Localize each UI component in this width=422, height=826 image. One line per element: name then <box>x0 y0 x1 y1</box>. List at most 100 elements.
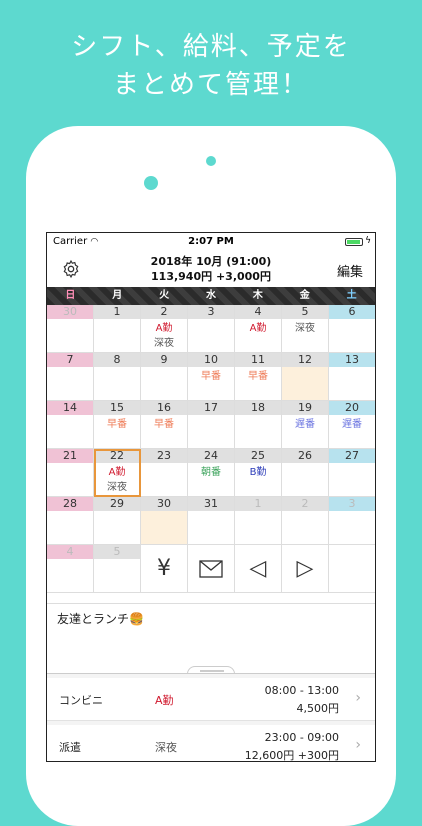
day-cell[interactable]: 7 <box>47 353 94 401</box>
shift-label: A勤 <box>155 323 173 334</box>
day-cell[interactable]: 30 <box>47 305 94 353</box>
shift-row[interactable]: 派遣 深夜 23:00 - 09:00 12,600円 +300円 › <box>47 725 375 761</box>
shift-label: 朝番 <box>201 467 221 478</box>
day-number: 10 <box>188 353 234 367</box>
day-number: 2 <box>141 305 187 319</box>
day-number: 30 <box>47 305 93 319</box>
weekday-label: 火 <box>159 290 170 301</box>
day-number: 14 <box>47 401 93 415</box>
day-cell[interactable]: 8 <box>94 353 141 401</box>
day-number: 21 <box>47 449 93 463</box>
prev-month-button[interactable]: ◁ <box>235 545 282 593</box>
day-cell[interactable]: 25 B勤 <box>235 449 282 497</box>
triangle-left-icon: ◁ <box>249 556 267 581</box>
day-cell[interactable]: 16 早番 <box>141 401 188 449</box>
camera-dot <box>144 176 158 190</box>
day-cell[interactable]: 5 深夜 <box>282 305 329 353</box>
day-number: 7 <box>47 353 93 367</box>
day-number: 31 <box>188 497 234 511</box>
day-number: 4 <box>235 305 281 319</box>
day-number: 29 <box>94 497 140 511</box>
week-row: 4 5 ¥ ◁ ▷ <box>47 545 375 593</box>
day-number: 24 <box>188 449 234 463</box>
memo-area[interactable]: 友達とランチ🍔 <box>47 603 375 667</box>
shift-label: 遅番 <box>342 419 362 430</box>
day-cell[interactable]: 4 <box>47 545 94 593</box>
day-cell[interactable]: 19 遅番 <box>282 401 329 449</box>
shift-label: 早番 <box>201 371 221 382</box>
app-screen: Carrier ◠ 2:07 PM ϟ 2018年 10月 (91:00) 11… <box>46 232 376 762</box>
day-number: 23 <box>141 449 187 463</box>
day-cell[interactable]: 13 <box>329 353 375 401</box>
workplace-name: コンビニ <box>59 694 103 707</box>
day-cell[interactable]: 17 <box>188 401 235 449</box>
workplace-name: 派遣 <box>59 741 81 754</box>
month-title: 2018年 10月 (91:00) <box>150 255 272 268</box>
day-cell[interactable]: 24 朝番 <box>188 449 235 497</box>
day-number: 18 <box>235 401 281 415</box>
day-cell[interactable]: 31 <box>188 497 235 545</box>
day-cell[interactable]: 3 <box>188 305 235 353</box>
day-cell[interactable]: 12 <box>282 353 329 401</box>
day-cell[interactable]: 22 A勤 深夜 <box>94 449 141 497</box>
shift-time: 08:00 - 13:00 <box>264 684 339 697</box>
triangle-right-icon: ▷ <box>296 556 314 581</box>
day-number: 8 <box>94 353 140 367</box>
day-number: 3 <box>188 305 234 319</box>
week-row: 14 15 早番 16 早番 17 18 19 遅番 20 遅番 <box>47 401 375 449</box>
day-cell[interactable]: 10 早番 <box>188 353 235 401</box>
shift-label-secondary: 深夜 <box>154 338 174 349</box>
day-cell[interactable]: 6 <box>329 305 375 353</box>
day-cell[interactable]: 23 <box>141 449 188 497</box>
day-cell[interactable]: 2 <box>282 497 329 545</box>
day-cell[interactable]: 1 <box>94 305 141 353</box>
edit-button[interactable]: 編集 <box>337 261 363 280</box>
shift-label: 早番 <box>154 419 174 430</box>
day-cell[interactable]: 9 <box>141 353 188 401</box>
day-number: 25 <box>235 449 281 463</box>
shift-time: 23:00 - 09:00 <box>264 731 339 744</box>
battery-icon <box>345 238 363 246</box>
day-number: 15 <box>94 401 140 415</box>
day-cell[interactable]: 29 <box>94 497 141 545</box>
day-number: 12 <box>282 353 328 367</box>
next-month-button[interactable]: ▷ <box>282 545 329 593</box>
shift-row[interactable]: コンビニ A勤 08:00 - 13:00 4,500円 › <box>47 678 375 721</box>
day-cell[interactable]: 3 <box>329 497 375 545</box>
day-cell[interactable]: 11 早番 <box>235 353 282 401</box>
mail-button[interactable] <box>188 545 235 593</box>
day-cell[interactable]: 21 <box>47 449 94 497</box>
day-cell[interactable]: 20 遅番 <box>329 401 375 449</box>
day-cell[interactable]: 28 <box>47 497 94 545</box>
shift-label: 早番 <box>248 371 268 382</box>
chevron-right-icon: › <box>355 690 361 706</box>
day-cell[interactable]: 5 <box>94 545 141 593</box>
day-cell[interactable]: 2 A勤深夜 <box>141 305 188 353</box>
day-cell[interactable]: 30 <box>141 497 188 545</box>
mail-icon <box>199 559 223 578</box>
week-row: 21 22 A勤 深夜 23 24 朝番 25 B勤 26 27 <box>47 449 375 497</box>
weekday-label: 土 <box>346 290 357 301</box>
chevron-right-icon: › <box>355 737 361 753</box>
weekday-label: 金 <box>299 290 310 301</box>
empty-cell <box>329 545 375 593</box>
day-cell[interactable]: 4 A勤 <box>235 305 282 353</box>
yen-button[interactable]: ¥ <box>141 545 188 593</box>
weekday-header: 日月火水木金土 <box>47 287 375 305</box>
speaker-dot <box>206 156 216 166</box>
calendar-header: 2018年 10月 (91:00) 113,940円 +3,000円 編集 <box>47 251 375 287</box>
day-cell[interactable]: 14 <box>47 401 94 449</box>
day-number: 3 <box>329 497 375 511</box>
day-number: 1 <box>94 305 140 319</box>
shift-label: A勤 <box>249 323 267 334</box>
day-number: 28 <box>47 497 93 511</box>
day-cell[interactable]: 1 <box>235 497 282 545</box>
shift-pay: 4,500円 <box>296 702 340 715</box>
day-cell[interactable]: 26 <box>282 449 329 497</box>
day-cell[interactable]: 18 <box>235 401 282 449</box>
day-cell[interactable]: 15 早番 <box>94 401 141 449</box>
day-cell[interactable]: 27 <box>329 449 375 497</box>
weekday-label: 水 <box>206 290 216 301</box>
day-number: 1 <box>235 497 281 511</box>
shift-label: 深夜 <box>295 323 315 334</box>
